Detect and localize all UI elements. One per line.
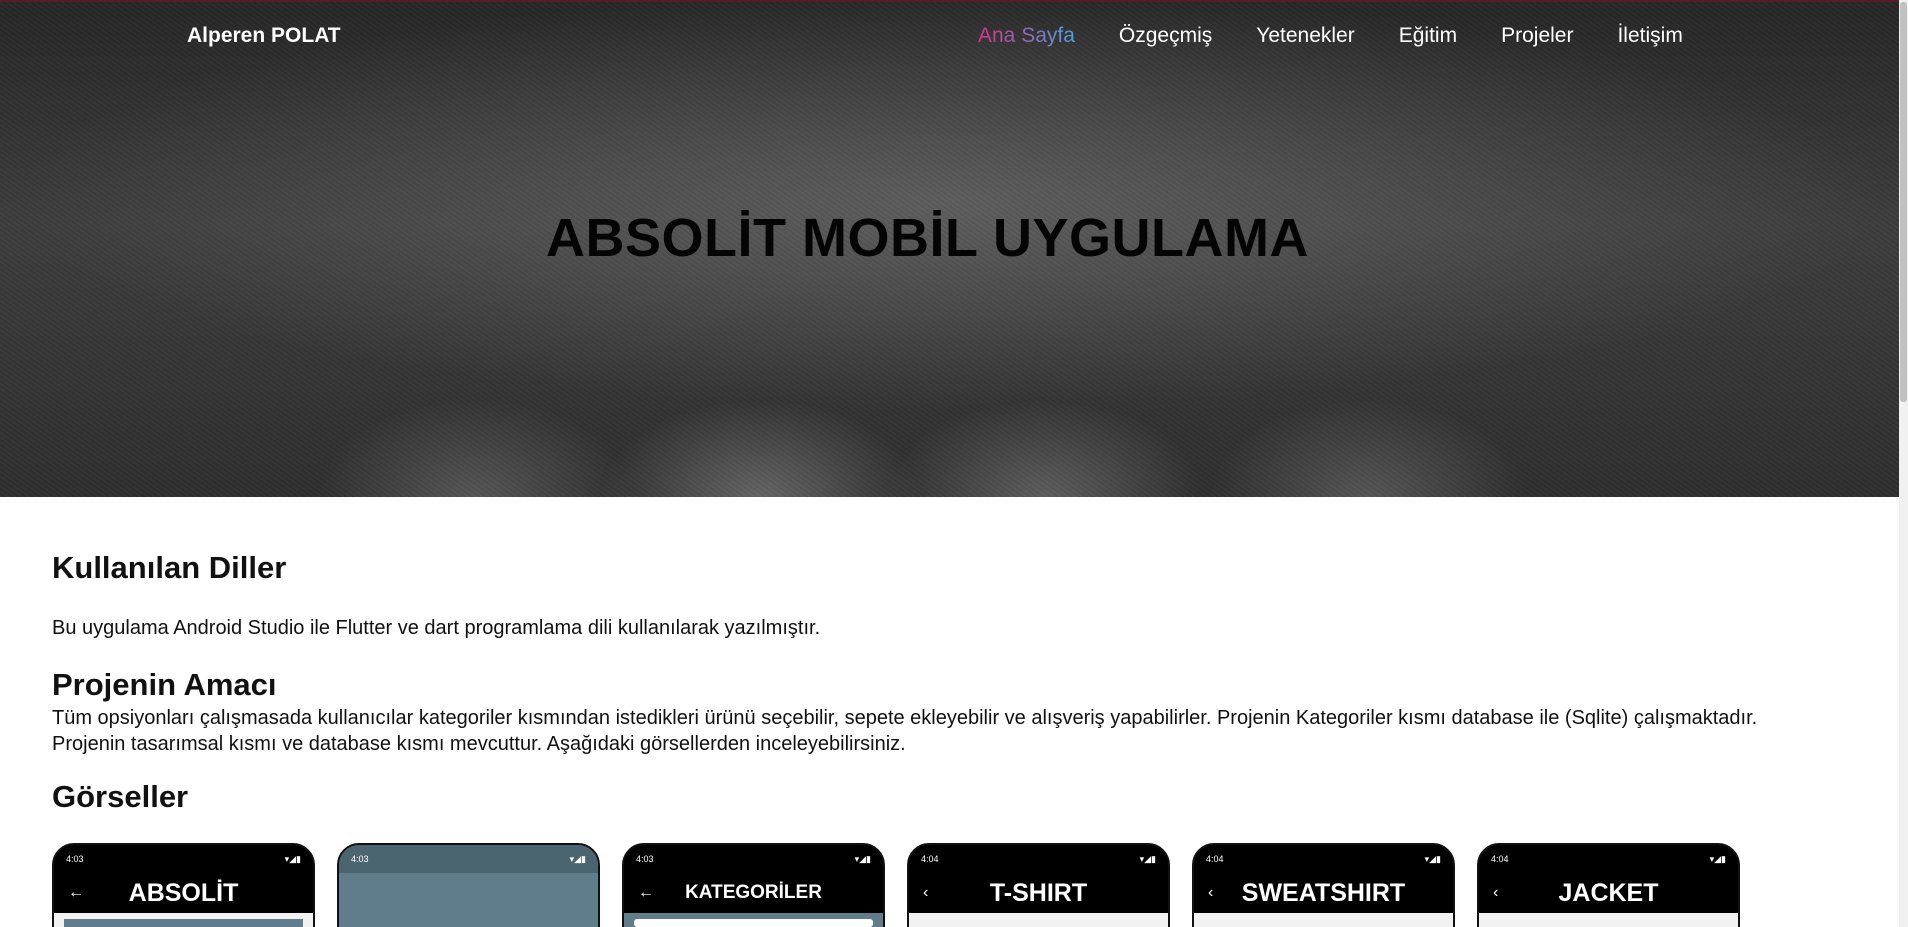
screenshot-gallery: 4:03 ▾◢▮ ← ABSOLİT 4:03 ▾◢▮ 4:03 ▾◢▮ ← K… bbox=[52, 843, 1740, 927]
screenshot-jacket[interactable]: 4:04 ▾◢▮ ‹ JACKET bbox=[1477, 843, 1740, 927]
app-bar-title: KATEGORİLER bbox=[685, 882, 822, 903]
category-card bbox=[634, 919, 873, 927]
phone-body bbox=[54, 913, 313, 927]
app-bar: ← KATEGORİLER bbox=[624, 873, 883, 913]
screenshot-categories[interactable]: 4:03 ▾◢▮ ← KATEGORİLER bbox=[622, 843, 885, 927]
battery-icon: ▾◢▮ bbox=[284, 853, 301, 864]
languages-text: Bu uygulama Android Studio ile Flutter v… bbox=[52, 617, 821, 639]
phone-status-bar: 4:03 ▾◢▮ bbox=[54, 845, 313, 873]
battery-icon: ▾◢▮ bbox=[854, 853, 871, 864]
status-time: 4:04 bbox=[1491, 854, 1509, 864]
phone-body bbox=[1194, 913, 1453, 927]
battery-icon: ▾◢▮ bbox=[1709, 853, 1726, 864]
app-bar: ← ABSOLİT bbox=[54, 873, 313, 913]
status-time: 4:03 bbox=[636, 854, 654, 864]
back-arrow-icon: ← bbox=[638, 884, 654, 901]
hero-title: ABSOLİT MOBİL UYGULAMA bbox=[546, 208, 1309, 268]
app-bar-title: ABSOLİT bbox=[128, 878, 239, 907]
phone-status-bar: 4:04 ▾◢▮ bbox=[1479, 845, 1738, 873]
nav-education[interactable]: Eğitim bbox=[1399, 24, 1457, 48]
phone-status-bar: 4:04 ▾◢▮ bbox=[1194, 845, 1453, 873]
nav-contact[interactable]: İletişim bbox=[1617, 24, 1682, 48]
app-bar-title: SWEATSHIRT bbox=[1241, 878, 1406, 907]
phone-body bbox=[909, 913, 1168, 927]
chevron-left-icon: ‹ bbox=[1208, 884, 1214, 901]
app-bar: ‹ T-SHIRT bbox=[909, 873, 1168, 913]
languages-heading: Kullanılan Diller bbox=[52, 550, 287, 585]
purpose-text: Tüm opsiyonları çalışmasada kullanıcılar… bbox=[52, 707, 1758, 755]
status-time: 4:04 bbox=[1206, 854, 1224, 864]
nav-home[interactable]: Ana Sayfa bbox=[978, 24, 1075, 48]
app-bar: ‹ JACKET bbox=[1479, 873, 1738, 913]
phone-body bbox=[1479, 913, 1738, 927]
screenshot-tshirt[interactable]: 4:04 ▾◢▮ ‹ T-SHIRT bbox=[907, 843, 1170, 927]
battery-icon: ▾◢▮ bbox=[1424, 853, 1441, 864]
chevron-left-icon: ‹ bbox=[1493, 884, 1499, 901]
phone-body bbox=[624, 913, 883, 927]
purpose-heading: Projenin Amacı bbox=[52, 667, 277, 702]
screenshot-sweatshirt[interactable]: 4:04 ▾◢▮ ‹ SWEATSHIRT bbox=[1192, 843, 1455, 927]
phone-status-bar: 4:03 ▾◢▮ bbox=[624, 845, 883, 873]
status-time: 4:04 bbox=[921, 854, 939, 864]
screenshot-home[interactable]: 4:03 ▾◢▮ ← ABSOLİT bbox=[52, 843, 315, 927]
images-heading: Görseller bbox=[52, 779, 189, 814]
app-bar-title: JACKET bbox=[1558, 878, 1659, 907]
main-nav: Ana Sayfa Özgeçmiş Yetenekler Eğitim Pro… bbox=[978, 24, 1683, 48]
screenshot-splash[interactable]: 4:03 ▾◢▮ bbox=[337, 843, 600, 927]
status-time: 4:03 bbox=[66, 854, 84, 864]
site-brand[interactable]: Alperen POLAT bbox=[187, 24, 341, 48]
battery-icon: ▾◢▮ bbox=[1139, 853, 1156, 864]
nav-resume[interactable]: Özgeçmiş bbox=[1119, 24, 1212, 48]
app-bar: ‹ SWEATSHIRT bbox=[1194, 873, 1453, 913]
page-scrollbar[interactable] bbox=[1899, 0, 1908, 927]
scrollbar-thumb[interactable] bbox=[1900, 2, 1907, 402]
phone-status-bar: 4:04 ▾◢▮ bbox=[909, 845, 1168, 873]
battery-icon: ▾◢▮ bbox=[569, 853, 586, 864]
chevron-left-icon: ‹ bbox=[923, 884, 929, 901]
phone-status-bar: 4:03 ▾◢▮ bbox=[339, 845, 598, 873]
status-time: 4:03 bbox=[351, 854, 369, 864]
nav-skills[interactable]: Yetenekler bbox=[1256, 24, 1354, 48]
app-bar-title: T-SHIRT bbox=[989, 878, 1088, 907]
banner-strip bbox=[64, 919, 303, 927]
nav-projects[interactable]: Projeler bbox=[1501, 24, 1573, 48]
back-arrow-icon: ← bbox=[68, 884, 84, 901]
